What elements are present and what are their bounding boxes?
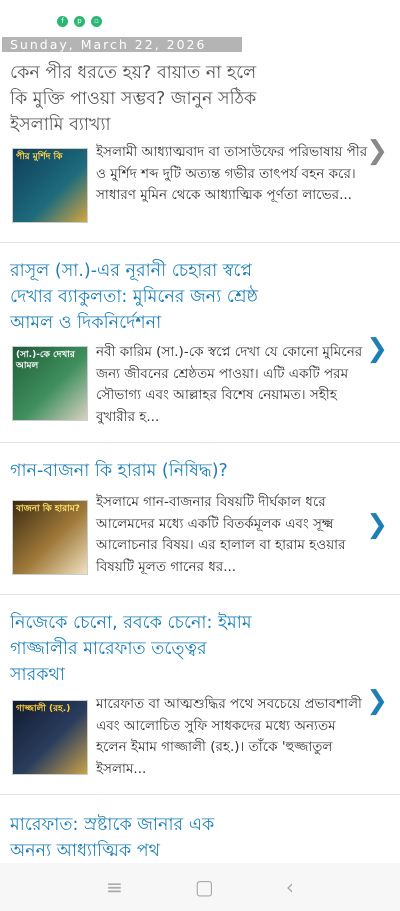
post-title[interactable]: মারেফাত: স্রষ্টাকে জানার এক অনন্য আধ্যাত… (10, 812, 260, 864)
chevron-right-icon[interactable]: ❯ (366, 336, 388, 362)
divider (0, 794, 400, 795)
post-title[interactable]: নিজেকে চেনো, রবকে চেনো: ইমাম গাজ্জালীর ম… (10, 610, 260, 688)
back-icon[interactable]: ‹ (286, 877, 294, 897)
home-icon[interactable]: ▢ (195, 877, 214, 897)
pinterest-icon[interactable]: p (74, 16, 85, 27)
post-excerpt: ইসলামী আধ্যাত্মবাদ বা তাসাউফের পরিভাষায়… (96, 144, 368, 203)
post-excerpt: ইসলামে গান-বাজনার বিষয়টি দীর্ঘকাল ধরে আ… (96, 494, 346, 575)
post-thumbnail[interactable]: পীর মুর্শিদ কি (12, 148, 88, 223)
post-title[interactable]: রাসূল (সা.)-এর নূরানী চেহারা স্বপ্নে দেখ… (10, 258, 260, 336)
post-thumbnail[interactable]: (সা.)-কে দেখার আমল (12, 346, 88, 421)
post-excerpt: নবী কারিম (সা.)-কে স্বপ্নে দেখা যে কোনো … (96, 344, 363, 425)
thumbnail-text: বাজনা কি হারাম? (16, 504, 80, 514)
chevron-right-icon[interactable]: ❯ (366, 138, 388, 164)
divider (0, 242, 400, 243)
thumbnail-text: পীর মুর্শিদ কি (16, 152, 63, 162)
date-bar: Sunday, March 22, 2026 (2, 37, 242, 52)
post-thumbnail[interactable]: গাজ্জালী (রহ.) (12, 700, 88, 775)
social-icons: f p ▫ (57, 16, 102, 27)
divider (0, 594, 400, 595)
post-title[interactable]: কেন পীর ধরতে হয়? বায়াত না হলে কি মুক্ত… (10, 60, 260, 138)
facebook-icon[interactable]: f (57, 16, 68, 27)
chevron-right-icon[interactable]: ❯ (366, 512, 388, 538)
post-thumbnail[interactable]: বাজনা কি হারাম? (12, 500, 88, 575)
chevron-right-icon[interactable]: ❯ (366, 688, 388, 714)
menu-icon[interactable]: ≡ (106, 877, 123, 897)
thumbnail-text: গাজ্জালী (রহ.) (16, 704, 71, 714)
post-title[interactable]: গান-বাজনা কি হারাম (নিষিদ্ধ)? (10, 458, 310, 484)
divider (0, 442, 400, 443)
thumbnail-text: (সা.)-কে দেখার আমল (16, 350, 75, 371)
post-excerpt: মারেফাত বা আত্মশুদ্ধির পথে সবচেয়ে প্রভা… (96, 696, 362, 777)
instagram-icon[interactable]: ▫ (91, 16, 102, 27)
system-navigation-bar: ≡ ▢ ‹ (0, 863, 400, 911)
